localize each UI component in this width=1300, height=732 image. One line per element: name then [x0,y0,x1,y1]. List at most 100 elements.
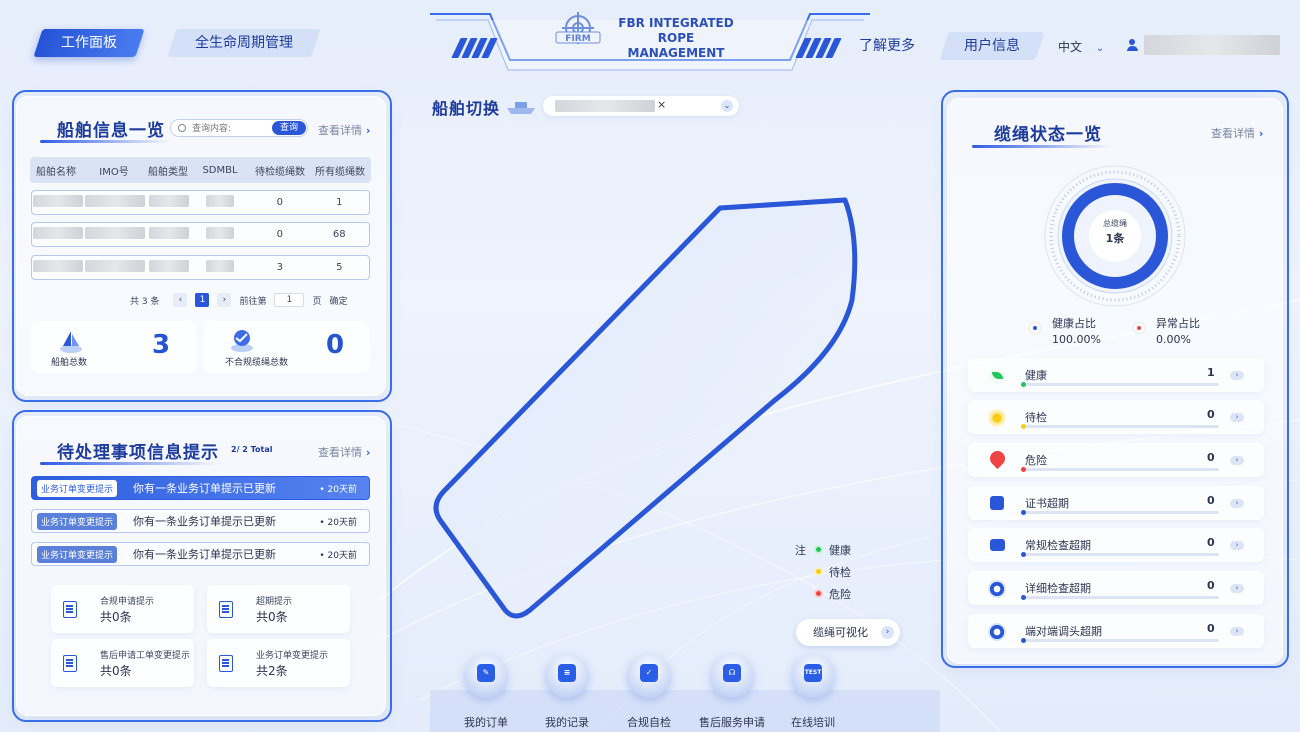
chevron-right-icon[interactable]: › [1230,499,1244,508]
ship-info-more-link[interactable]: 查看详情 [318,122,370,138]
card-title: 售后申请工单变更提示 [100,651,191,661]
legend-item: 待检 [814,564,851,580]
rope-visualize-label: 缆绳可视化 [813,626,868,639]
redacted-sdmbl [206,260,235,272]
brand-logo-text: FIRM [565,34,590,44]
redacted-sdmbl [206,195,235,207]
pending-title: 待处理事项信息提示 [57,443,219,463]
headset-icon: ☊ [723,664,741,682]
pending-item-message: 你有一条业务订单提示已更新 [133,548,277,561]
status-bar [1021,383,1219,386]
search-button[interactable]: 查询 [272,121,306,135]
card-count: 共2条 [256,664,288,678]
status-dot [1021,595,1026,600]
language-select[interactable]: 中文 ⌄ [1058,38,1104,55]
pending-item[interactable]: 业务订单变更提示 你有一条业务订单提示已更新 20天前 [31,509,370,533]
redacted-type [148,260,189,272]
status-row-cert-overdue[interactable]: 证书超期 0 › [968,486,1264,520]
pending-item[interactable]: 业务订单变更提示 你有一条业务订单提示已更新 20天前 [31,476,370,500]
status-dot [1021,424,1026,429]
status-row-end-to-end-overdue[interactable]: 端对端调头超期 0 › [968,614,1264,648]
status-bar [1021,425,1219,428]
noncompliant-rope-card: 不合规缆绳总数 0 [204,321,370,373]
nav-online-training[interactable]: TEST 在线培训 [783,654,843,730]
status-row-pending[interactable]: 待检 0 › [968,400,1264,434]
chevron-right-icon: › [881,626,894,639]
ship-total-card: 船舶总数 3 [31,321,196,373]
aftersales-change-card[interactable]: 售后申请工单变更提示 共0条 [51,639,194,687]
document-icon [219,601,233,618]
status-row-routine-overdue[interactable]: 常规检查超期 0 › [968,528,1264,562]
chevron-right-icon[interactable]: › [1230,456,1244,465]
chevron-down-icon: ⌄ [1095,43,1105,54]
row-total: 68 [332,229,346,240]
status-value: 1 [1207,366,1215,379]
pagination: 共 3 条 ‹ 1 › 前往第 1 页 确定 [130,293,348,307]
redacted-imo [85,227,146,239]
status-bar [1021,468,1219,471]
pagination-current-page[interactable]: 1 [195,293,210,307]
brand-logo: FIRM [555,12,601,44]
ratio-abnormal-value: 0.00% [1156,333,1191,346]
chevron-right-icon[interactable]: › [1230,371,1244,380]
chevron-right-icon[interactable]: › [1230,584,1244,593]
status-value: 0 [1207,408,1215,421]
table-row[interactable]: 0 1 [31,190,370,215]
tab-learn-more[interactable]: 了解更多 [841,32,932,60]
status-bar [1021,511,1219,514]
pagination-total: 共 3 条 [130,296,160,307]
pagination-next-button[interactable]: › [217,293,232,307]
order-change-card[interactable]: 业务订单变更提示 共2条 [207,639,350,687]
select-chevron-icon[interactable]: ⌄ [721,100,733,112]
pending-item[interactable]: 业务订单变更提示 你有一条业务订单提示已更新 20天前 [31,542,370,566]
ratio-healthy-label: 健康占比 [1052,317,1096,330]
nav-label: 售后服务申请 [699,716,765,729]
redacted-ship-name [32,227,83,239]
tab-lifecycle[interactable]: 全生命周期管理 [167,29,321,57]
chevron-right-icon[interactable]: › [1230,627,1244,636]
gauge-value: 1条 [1106,231,1126,245]
brand-line-1: FBR INTEGRATED ROPE [618,16,734,45]
redacted-sdmbl [206,227,235,239]
rope-status-more-link[interactable]: 查看详情 [1211,125,1263,141]
rope-visualize-button[interactable]: 缆绳可视化 › [796,619,900,646]
select-clear-icon[interactable]: × [657,98,666,111]
status-row-detailed-overdue[interactable]: 详细检查超期 0 › [968,571,1264,605]
pagination-prev-button[interactable]: ‹ [173,293,188,307]
ship-select[interactable]: × ⌄ [543,96,739,116]
status-row-healthy[interactable]: 健康 1 › [968,358,1264,392]
pending-count: 2/ 2 Total [231,445,273,454]
noncompliant-rope-value: 0 [326,330,345,360]
chevron-right-icon[interactable]: › [1230,541,1244,550]
redacted-imo [85,260,146,272]
pending-more-link[interactable]: 查看详情 [318,444,370,460]
nav-compliance-check[interactable]: ✓ 合规自检 [619,654,679,730]
certificate-icon [990,496,1004,510]
status-dot [1021,638,1026,643]
nav-my-orders[interactable]: ✎ 我的订单 [456,654,516,730]
tab-user-info[interactable]: 用户信息 [939,32,1045,60]
ratio-dot-abnormal [1134,323,1144,333]
search-circle-icon [988,580,1006,598]
compliance-request-card[interactable]: 合规申请提示 共0条 [51,585,194,633]
status-row-danger[interactable]: 危险 0 › [968,443,1264,477]
nav-aftersales[interactable]: ☊ 售后服务申请 [696,654,768,730]
user-avatar-icon[interactable] [1126,39,1138,51]
status-bar [1021,596,1219,599]
table-row[interactable]: 3 5 [31,255,370,280]
chevron-right-icon[interactable]: › [1230,413,1244,422]
table-row[interactable]: 0 68 [31,222,370,247]
pagination-goto-input[interactable]: 1 [274,293,305,307]
order-icon: ✎ [477,664,495,682]
pagination-confirm-button[interactable]: 确定 [329,294,347,307]
tab-work-panel[interactable]: 工作面板 [33,29,145,57]
brand-title: FBR INTEGRATED ROPE MANAGEMENT [606,16,746,61]
card-title: 业务订单变更提示 [256,651,329,661]
pending-item-tag: 业务订单变更提示 [37,479,118,497]
col-all-ropes: 所有缆绳数 [315,166,365,178]
status-label: 危险 [1025,454,1047,467]
warning-icon [986,447,1009,470]
nav-my-records[interactable]: ≡ 我的记录 [537,654,597,730]
overdue-card[interactable]: 超期提示 共0条 [207,585,350,633]
search-input[interactable] [192,122,270,135]
